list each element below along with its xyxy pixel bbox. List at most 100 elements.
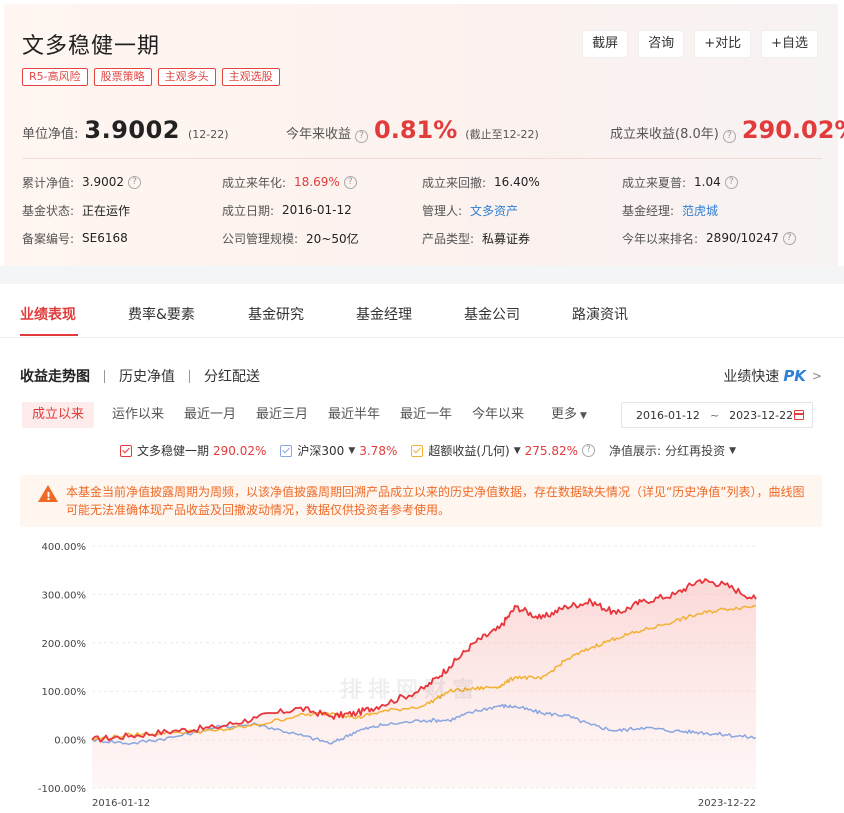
style-tag: 主观选股 — [221, 68, 280, 86]
chart-legend: 文多稳健一期 290.02% 沪深300 ▼ 3.78% 超额收益(几何) ▼ … — [120, 442, 750, 459]
range-1m[interactable]: 最近一月 — [184, 402, 236, 428]
watermark: 排排网财富 — [340, 678, 481, 703]
separator — [189, 369, 190, 383]
help-icon[interactable]: ? — [582, 444, 596, 457]
quick-pk-link[interactable]: 业绩快速 PK > — [723, 366, 822, 386]
pk-badge: PK — [783, 367, 806, 385]
fund-name: 文多稳健一期 — [22, 34, 161, 59]
range-1y[interactable]: 最近一年 — [400, 402, 452, 428]
section-gap — [0, 266, 844, 284]
end-date: 2023-12-22 — [729, 408, 794, 422]
info-cell: 今年以来排名: 2890/10247? — [622, 230, 822, 247]
screenshot-button[interactable]: 截屏 — [582, 30, 629, 58]
info-row: 备案编号: SE6168 公司管理规模: 20~50亿 产品类型: 私募证券 今年以来… — [22, 224, 822, 252]
y-tick-label: 0.00% — [54, 736, 86, 747]
separator — [104, 369, 105, 383]
info-cell: 管理人: 文多资产 — [422, 202, 519, 219]
tab-manager[interactable]: 基金经理 — [356, 304, 412, 324]
active-tab-indicator — [20, 334, 78, 336]
nav-label: 单位净值: — [22, 127, 79, 142]
range-since-operation[interactable]: 运作以来 — [112, 402, 164, 428]
range-6m[interactable]: 最近半年 — [328, 402, 380, 428]
info-cell: 产品类型: 私募证券 — [422, 231, 531, 246]
header-divider — [22, 158, 822, 159]
tab-research[interactable]: 基金研究 — [248, 304, 304, 324]
nav-value: 3.9002 — [84, 116, 181, 144]
subtab-history-nav[interactable]: 历史净值 — [119, 366, 175, 386]
subtab-return-trend[interactable]: 收益走势图 — [20, 366, 90, 386]
key-metrics: 单位净值: 3.9002 (12-22) 今年来收益 ? 0.81% (截止至1… — [22, 116, 844, 150]
nav-date: (12-22) — [188, 128, 229, 141]
chevron-right-icon: > — [811, 369, 822, 383]
y-tick-label: 200.00% — [42, 639, 87, 650]
ytd-value: 0.81% — [374, 116, 458, 144]
caret-down-icon: ▼ — [580, 411, 587, 421]
y-tick-label: 400.00% — [42, 542, 87, 553]
help-icon[interactable]: ? — [355, 130, 369, 143]
range-3m[interactable]: 最近三月 — [256, 402, 308, 428]
subtab-dividends[interactable]: 分红配送 — [204, 366, 260, 386]
help-icon[interactable]: ? — [782, 231, 796, 245]
range-since-inception[interactable]: 成立以来 — [22, 402, 95, 428]
tab-performance[interactable]: 业绩表现 — [20, 304, 76, 324]
ytd-label: 今年来收益 — [286, 127, 352, 142]
warning-text: 本基金当前净值披露周期为周频，以该净值披露周期回溯产品成立以来的历史净值数据，存… — [66, 485, 805, 517]
ytd-note: (截止至12-22) — [465, 128, 539, 141]
y-tick-label: -100.00% — [38, 784, 86, 795]
info-cell: 成立来夏普: 1.04? — [622, 174, 822, 191]
fund-manager-link[interactable]: 范虎城 — [682, 202, 718, 219]
tab-company[interactable]: 基金公司 — [464, 304, 520, 324]
compare-button[interactable]: +对比 — [694, 30, 752, 58]
y-tick-label: 300.00% — [42, 590, 87, 601]
checkbox-icon — [411, 444, 424, 457]
tab-roadshow[interactable]: 路演资讯 — [572, 304, 628, 324]
info-cell: 基金状态: 正在运作 — [22, 203, 131, 218]
range-ytd[interactable]: 今年以来 — [472, 402, 524, 428]
data-warning-banner: ! 本基金当前净值披露周期为周频，以该净值披露周期回溯产品成立以来的历史净值数据… — [20, 475, 822, 527]
display-mode-select[interactable]: 净值展示: 分红再投资 ▼ — [609, 442, 736, 459]
fund-header: 文多稳健一期 截屏 咨询 +对比 +自选 R5-高风险 股票策略 主观多头 主观… — [4, 4, 844, 266]
substrategy-tag: 主观多头 — [157, 68, 216, 86]
info-cell: 成立来年化: 18.69%? — [222, 174, 422, 191]
help-icon[interactable]: ? — [128, 175, 142, 189]
y-tick-label: 100.00% — [42, 687, 87, 698]
legend-index[interactable]: 沪深300 ▼ 3.78% — [280, 442, 397, 459]
consult-button[interactable]: 咨询 — [638, 30, 685, 58]
x-tick-label: 2016-01-12 — [92, 798, 150, 809]
fund-info-grid: 累计净值: 3.9002? 成立来年化: 18.69%? 成立来回撤: 16.40% … — [22, 168, 822, 252]
chart-subtabs: 收益走势图 历史净值 分红配送 — [20, 366, 260, 386]
info-cell: 公司管理规模: 20~50亿 — [222, 231, 359, 246]
help-icon[interactable]: ? — [722, 130, 736, 143]
caret-down-icon: ▼ — [729, 445, 737, 456]
since-inception-label: 成立来收益(8.0年) — [610, 127, 719, 142]
info-row: 累计净值: 3.9002? 成立来年化: 18.69%? 成立来回撤: 16.40% … — [22, 168, 822, 196]
start-date: 2016-01-12 — [636, 408, 700, 422]
add-watchlist-button[interactable]: +自选 — [761, 30, 818, 58]
info-cell: 累计净值: 3.9002? — [22, 174, 222, 191]
checkbox-icon — [280, 444, 293, 457]
info-cell: 成立来回撤: 16.40% — [422, 175, 540, 190]
manager-company-link[interactable]: 文多资产 — [470, 202, 518, 219]
date-range-picker[interactable]: 2016-01-12 ~ 2023-12-22 — [621, 402, 813, 428]
fund-tags: R5-高风险 股票策略 主观多头 主观选股 — [22, 68, 280, 86]
calendar-icon — [794, 410, 804, 420]
main-tabs: 业绩表现 费率&要素 基金研究 基金经理 基金公司 路演资讯 — [0, 284, 844, 338]
tab-fees[interactable]: 费率&要素 — [128, 304, 195, 324]
help-icon[interactable]: ? — [724, 175, 738, 189]
warning-icon: ! — [38, 485, 58, 503]
risk-tag: R5-高风险 — [22, 68, 88, 86]
legend-excess[interactable]: 超额收益(几何) ▼ 275.82% ? — [411, 442, 596, 459]
return-chart: 400.00% 300.00% 200.00% 100.00% 0.00% -100.00… — [0, 530, 844, 813]
caret-down-icon: ▼ — [513, 445, 521, 456]
legend-fund[interactable]: 文多稳健一期 290.02% — [120, 442, 266, 459]
x-tick-label: 2023-12-22 — [698, 798, 756, 809]
info-cell: 成立日期: 2016-01-12 — [222, 203, 352, 218]
strategy-tag: 股票策略 — [93, 68, 152, 86]
info-cell: 备案编号: SE6168 — [22, 231, 128, 246]
info-row: 基金状态: 正在运作 成立日期: 2016-01-12 管理人: 文多资产 基金经理:… — [22, 196, 822, 224]
caret-down-icon: ▼ — [348, 445, 356, 456]
quick-pk-label: 业绩快速 — [723, 369, 780, 385]
range-more-dropdown[interactable]: 更多 ▼ — [551, 402, 587, 428]
help-icon[interactable]: ? — [343, 175, 357, 189]
header-buttons: 截屏 咨询 +对比 +自选 — [582, 30, 818, 58]
